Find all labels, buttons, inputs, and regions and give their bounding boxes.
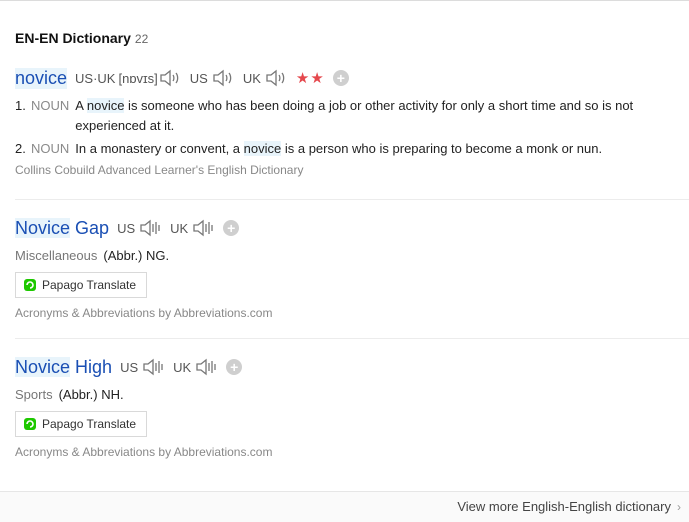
- meaning-text: (Abbr.) NH.: [58, 387, 124, 402]
- pronunciation-uk: UK: [170, 218, 215, 238]
- entry-novice-gap: Novice Gap US UK + Miscellaneous (Abbr.)…: [15, 216, 689, 320]
- uk-label: UK: [242, 70, 261, 86]
- source-link[interactable]: Acronyms & Abbreviations by Abbreviation…: [15, 445, 689, 459]
- pronunciation-uk: UK: [243, 68, 288, 88]
- speaker-us-icon[interactable]: [211, 68, 235, 88]
- view-more-link[interactable]: View more English-English dictionary ›: [457, 499, 681, 514]
- definition-list: 1. NOUN A novice is someone who has been…: [15, 96, 689, 159]
- pronunciation-uk: UK: [173, 357, 218, 377]
- speaker-us-icon[interactable]: [138, 218, 162, 238]
- speaker-uk-icon[interactable]: [264, 68, 288, 88]
- part-of-speech: NOUN: [31, 141, 70, 156]
- entry-divider: [15, 338, 689, 339]
- section-title-text: EN-EN Dictionary: [15, 30, 131, 46]
- pronunciation-us: US: [117, 218, 162, 238]
- definition-item: 2. NOUN In a monastery or convent, a nov…: [15, 139, 689, 159]
- definition-item: 1. NOUN A novice is someone who has been…: [15, 96, 689, 136]
- us-label: US: [189, 70, 208, 86]
- entry-novice-high: Novice High US UK + Sports (Abbr.) NH. P…: [15, 355, 689, 459]
- papago-icon: [24, 418, 36, 430]
- source-link[interactable]: Collins Cobuild Advanced Learner's Engli…: [15, 163, 689, 177]
- papago-translate-button[interactable]: Papago Translate: [15, 272, 148, 298]
- papago-translate-button[interactable]: Papago Translate: [15, 411, 148, 437]
- meaning-text: (Abbr.) NG.: [103, 248, 170, 263]
- speaker-us-icon[interactable]: [141, 357, 165, 377]
- headword-novice-gap[interactable]: Novice Gap: [15, 217, 109, 239]
- us-label: US: [120, 359, 139, 375]
- definition-number: 2.: [15, 141, 26, 156]
- definition-text: In a monastery or convent, a novice is a…: [75, 141, 603, 156]
- uk-label: UK: [170, 220, 189, 236]
- headword-novice[interactable]: novice: [15, 67, 68, 89]
- papago-icon: [24, 279, 36, 291]
- view-more-label: View more English-English dictionary: [457, 499, 671, 514]
- us-label: US: [117, 220, 136, 236]
- speaker-icon[interactable]: [158, 68, 182, 88]
- result-count: 22: [134, 32, 149, 46]
- entry-novice: novice US·UK [nɒvɪs] US UK ★★ + 1. NOUN: [15, 66, 689, 177]
- add-wordbook-icon[interactable]: +: [226, 359, 243, 375]
- category-row: Sports (Abbr.) NH.: [15, 387, 689, 402]
- papago-label: Papago Translate: [42, 417, 137, 431]
- footer-bar: View more English-English dictionary ›: [0, 491, 689, 522]
- speaker-uk-icon[interactable]: [194, 357, 218, 377]
- ipa-text: [nɒvɪs]: [118, 70, 158, 86]
- frequency-stars: ★★: [295, 70, 325, 87]
- uk-label: UK: [173, 359, 192, 375]
- definition-number: 1.: [15, 98, 26, 113]
- section-title: EN-EN Dictionary 22: [15, 30, 148, 46]
- category-row: Miscellaneous (Abbr.) NG.: [15, 248, 689, 263]
- definition-text: A novice is someone who has been doing a…: [75, 98, 634, 133]
- pronunciation: US·UK [nɒvɪs]: [75, 68, 182, 88]
- entry-divider: [15, 199, 689, 200]
- add-wordbook-icon[interactable]: +: [332, 70, 349, 86]
- pronunciation-us: US: [190, 68, 235, 88]
- speaker-uk-icon[interactable]: [191, 218, 215, 238]
- category-label: Miscellaneous: [15, 248, 98, 263]
- add-wordbook-icon[interactable]: +: [223, 220, 240, 236]
- headword-novice-high[interactable]: Novice High: [15, 356, 112, 378]
- source-link[interactable]: Acronyms & Abbreviations by Abbreviation…: [15, 306, 689, 320]
- pron-label: US·UK: [75, 70, 116, 86]
- papago-label: Papago Translate: [42, 278, 137, 292]
- category-label: Sports: [15, 387, 53, 402]
- part-of-speech: NOUN: [31, 98, 70, 113]
- pronunciation-us: US: [120, 357, 165, 377]
- chevron-right-icon: ›: [677, 499, 681, 514]
- top-divider: [0, 0, 689, 1]
